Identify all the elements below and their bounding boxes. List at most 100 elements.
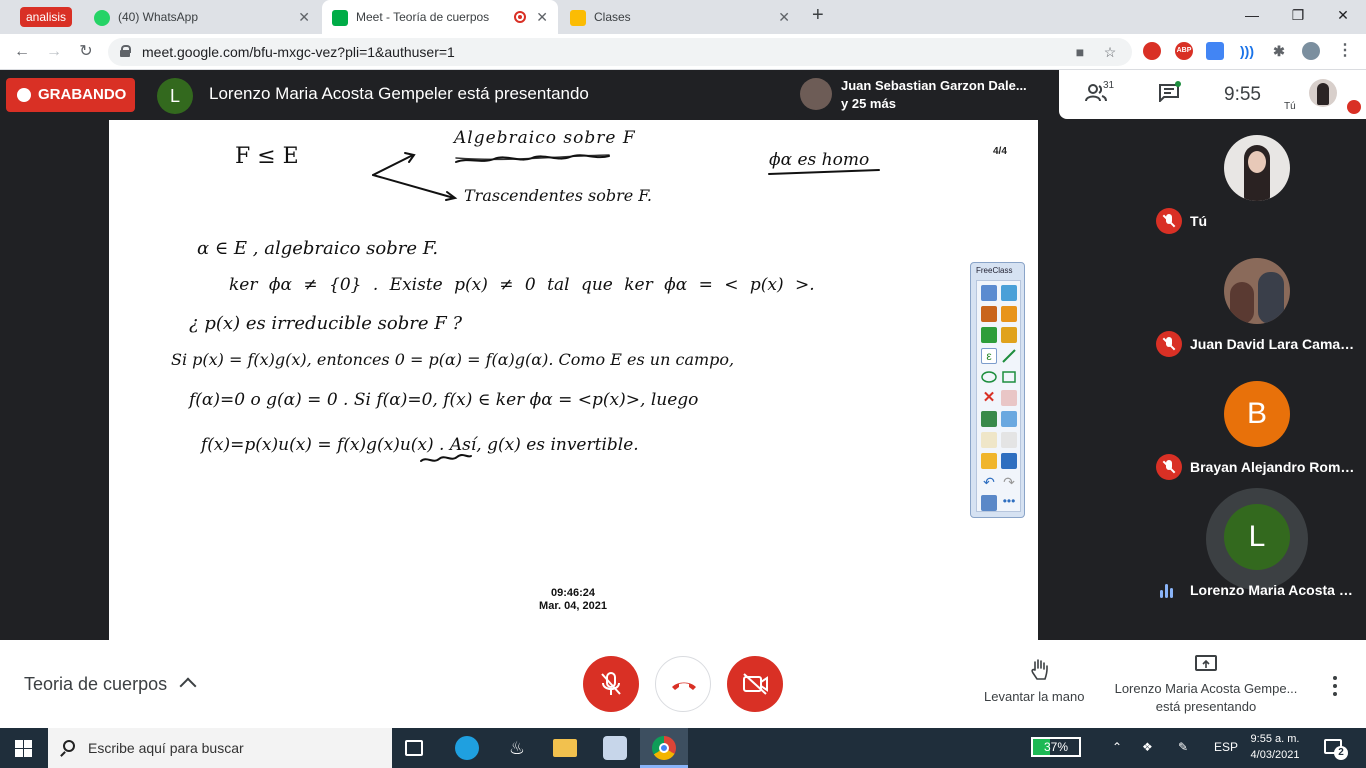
battery-indicator[interactable]: 37% (1031, 737, 1081, 757)
screen-icon[interactable] (1001, 411, 1017, 427)
freeclass-title: FreeClass (976, 266, 1013, 275)
participant-tile-brayan[interactable]: B (1224, 381, 1290, 447)
address-bar[interactable]: meet.google.com/bfu-mxgc-vez?pli=1&authu… (108, 38, 1132, 66)
extensions-puzzle-icon[interactable]: ✱ (1270, 42, 1288, 60)
chat-unread-dot (1175, 81, 1181, 87)
close-tab-icon[interactable]: ✕ (778, 0, 790, 34)
notification-name: Juan Sebastian Garzon Dale... (841, 78, 1027, 93)
participant-name: Lorenzo Maria Acosta Ge... (1190, 582, 1360, 598)
muted-mic-icon (1156, 331, 1182, 357)
browser-menu-icon[interactable]: ⋮ (1336, 42, 1354, 60)
edge-icon[interactable] (455, 736, 479, 760)
windows-taskbar: Escribe aquí para buscar ♨ 37% ⌃ ❖ ✎ ESP… (0, 728, 1366, 768)
search-placeholder: Escribe aquí para buscar (88, 740, 244, 756)
audio-extension-icon[interactable]: ))) (1238, 42, 1256, 60)
image-icon[interactable] (981, 306, 997, 322)
bookmark-star-icon[interactable]: ☆ (1102, 44, 1118, 60)
open-folder-icon[interactable] (981, 453, 997, 469)
participant-tile-juan-david[interactable] (1224, 258, 1290, 324)
save-icon[interactable] (1001, 453, 1017, 469)
page-number: 4/4 (993, 146, 1007, 157)
muted-mic-icon (1156, 454, 1182, 480)
pencil-icon[interactable] (1001, 327, 1017, 343)
background-image-icon[interactable] (981, 411, 997, 427)
muted-mic-icon (1156, 208, 1182, 234)
forward-button[interactable]: → (42, 40, 66, 64)
search-icon (63, 740, 75, 752)
participant-tile-self[interactable] (1224, 135, 1290, 201)
tab-clases[interactable]: Clases ✕ (560, 0, 800, 34)
dropbox-icon[interactable]: ❖ (1142, 740, 1153, 754)
grid-icon[interactable] (981, 495, 997, 511)
app-flame-icon[interactable]: ♨ (505, 736, 529, 760)
presenting-status[interactable]: Lorenzo Maria Acosta Gempe... está prese… (1108, 680, 1304, 716)
tab-title: (40) WhatsApp (118, 10, 199, 24)
taskbar-search-box[interactable]: Escribe aquí para buscar (48, 728, 392, 768)
close-tab-icon[interactable]: ✕ (536, 0, 548, 34)
more-tools-icon[interactable]: ••• (1001, 495, 1017, 511)
leave-call-button[interactable] (655, 656, 711, 712)
raise-hand-icon[interactable] (1030, 658, 1050, 682)
meeting-title[interactable]: Teoria de cuerpos (24, 674, 167, 695)
browser-toolbar: ← → ↻ meet.google.com/bfu-mxgc-vez?pli=1… (0, 34, 1366, 70)
document-icon[interactable] (981, 432, 997, 448)
chrome-icon[interactable] (652, 736, 676, 760)
tab-group-chip[interactable]: analisis (20, 7, 73, 27)
handwriting-line: ϕα es homo (769, 150, 870, 170)
redo-icon[interactable]: ↷ (1001, 474, 1017, 490)
pen-icon[interactable]: ✎ (1178, 740, 1188, 754)
notification-count: 2 (1334, 746, 1348, 760)
new-tab-button[interactable]: + (812, 4, 824, 27)
handwriting-line: ¿ p(x) es irreducible sobre F ? (189, 313, 463, 334)
file-explorer-icon[interactable] (553, 739, 577, 757)
avatar (1258, 272, 1284, 324)
freehand-icon[interactable]: ε (981, 348, 997, 364)
chevron-up-icon[interactable] (179, 677, 197, 695)
show-hidden-icons[interactable]: ⌃ (1112, 740, 1122, 754)
minimize-button[interactable]: — (1229, 0, 1275, 30)
new-page-icon[interactable] (1001, 285, 1017, 301)
handwriting-line: f(x)=p(x)u(x) = f(x)g(x)u(x) . Así, g(x)… (201, 435, 639, 455)
camera-icon[interactable]: ■ (1072, 44, 1088, 60)
url-text: meet.google.com/bfu-mxgc-vez?pli=1&authu… (142, 44, 455, 60)
hang-up-icon (672, 682, 696, 690)
more-options-icon[interactable] (1332, 676, 1338, 696)
profile-avatar[interactable] (1302, 42, 1320, 60)
translate-icon[interactable] (1206, 42, 1224, 60)
close-tab-icon[interactable]: ✕ (298, 0, 310, 34)
language-indicator[interactable]: ESP (1214, 740, 1238, 754)
clear-icon[interactable] (1001, 390, 1017, 406)
adblock-icon[interactable]: ABP (1175, 42, 1193, 60)
windows-start-icon[interactable] (15, 740, 32, 757)
task-view-icon[interactable] (405, 740, 423, 756)
palette-icon[interactable] (1001, 306, 1017, 322)
delete-icon[interactable]: ✕ (981, 390, 997, 406)
avatar-face (1248, 151, 1266, 173)
reload-button[interactable]: ↻ (74, 40, 98, 64)
handwriting-line: α ∈ E , algebraico sobre F. (197, 238, 439, 259)
microphone-toggle-button[interactable] (583, 656, 639, 712)
meeting-clock: 9:55 (1224, 84, 1261, 105)
close-window-button[interactable]: ✕ (1320, 0, 1366, 30)
participant-tile-lorenzo[interactable]: L (1224, 504, 1290, 570)
clock-date: 4/03/2021 (1250, 749, 1300, 761)
paint-icon[interactable] (603, 736, 627, 760)
camera-toggle-button[interactable] (727, 656, 783, 712)
maximize-button[interactable]: ❐ (1275, 0, 1321, 30)
raise-hand-button[interactable]: Levantar la mano (984, 689, 1084, 704)
back-button[interactable]: ← (10, 40, 34, 64)
marker-icon[interactable] (981, 327, 997, 343)
undo-icon[interactable]: ↶ (981, 474, 997, 490)
tab-whatsapp[interactable]: (40) WhatsApp ✕ (84, 0, 320, 34)
system-clock[interactable]: 9:55 a. m. 4/03/2021 (1244, 731, 1306, 763)
play-icon[interactable] (981, 285, 997, 301)
line-icon[interactable] (1001, 348, 1017, 364)
rectangle-icon[interactable] (1001, 369, 1017, 385)
ellipse-icon[interactable] (981, 369, 997, 385)
copy-icon[interactable] (1001, 432, 1017, 448)
extension-stop-icon[interactable] (1143, 42, 1161, 60)
present-screen-icon[interactable] (1195, 655, 1217, 671)
tab-meet[interactable]: Meet - Teoría de cuerpos ✕ (322, 0, 558, 34)
self-video-thumbnail[interactable] (1309, 79, 1337, 107)
shared-screen: F ≤ E Algebraico sobre F Trascendentes s… (109, 120, 1038, 640)
